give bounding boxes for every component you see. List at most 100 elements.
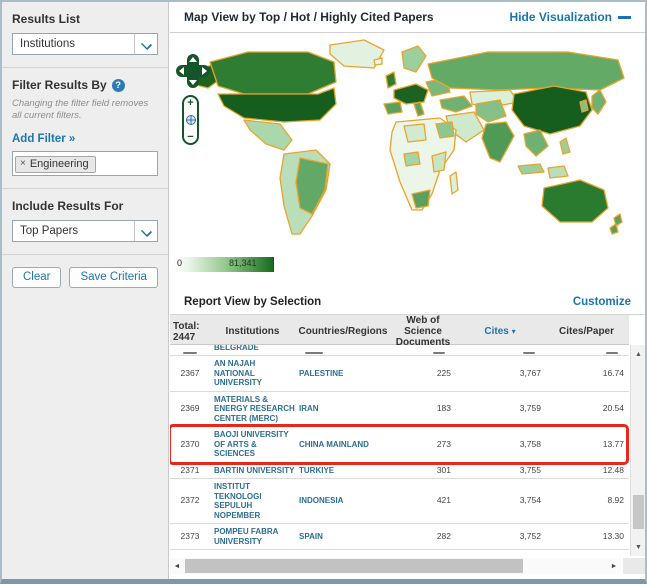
- country-cell: IRAN: [295, 404, 391, 414]
- docs-cell: 282: [391, 532, 455, 542]
- table-row-clipped: BELGRADE: [170, 345, 629, 356]
- col-header-cites-per-paper: Cites/Paper: [545, 326, 628, 337]
- docs-cell: 273: [391, 440, 455, 450]
- institution-link[interactable]: BAOJI UNIVERSITY OF ARTS & SCIENCES: [210, 430, 295, 459]
- table-row: 2372 INSTITUT TEKNOLOGI SEPULUH NOPEMBER…: [170, 479, 629, 524]
- clipped-text: [523, 352, 535, 354]
- hide-visualization-link[interactable]: Hide Visualization: [510, 10, 631, 24]
- sidebar-buttons: Clear Save Criteria: [2, 255, 168, 300]
- table-body: BELGRADE 2367 AN NAJAH NATIONAL UNIVERSI…: [170, 345, 629, 556]
- zoom-in-button[interactable]: +: [187, 98, 193, 108]
- zoom-out-button[interactable]: −: [187, 132, 193, 142]
- chevron-down-icon: [134, 34, 157, 54]
- table-row: 2367 AN NAJAH NATIONAL UNIVERSITY PALEST…: [170, 356, 629, 392]
- rank-cell: 2371: [170, 466, 210, 476]
- include-results-value: Top Papers: [13, 225, 134, 237]
- include-results-dropdown[interactable]: Top Papers: [12, 220, 158, 242]
- country-cell: SPAIN: [295, 532, 391, 542]
- institution-link[interactable]: POMPEU FABRA UNIVERSITY: [210, 527, 295, 546]
- results-list-dropdown[interactable]: Institutions: [12, 33, 158, 55]
- clipped-text: [433, 352, 445, 354]
- table-row: 2373 POMPEU FABRA UNIVERSITY SPAIN 282 3…: [170, 524, 629, 550]
- map-pan-control[interactable]: [175, 53, 211, 89]
- vertical-scroll-thumb[interactable]: [633, 495, 644, 529]
- hide-visualization-label: Hide Visualization: [510, 10, 612, 24]
- scrollbar-corner: [623, 558, 645, 574]
- cites-per-paper-cell: 12.48: [545, 466, 628, 476]
- rank-cell: 2370: [170, 440, 210, 450]
- report-view-title: Report View by Selection: [184, 296, 321, 308]
- map-view-title: Map View by Top / Hot / Highly Cited Pap…: [184, 10, 434, 24]
- clear-button[interactable]: Clear: [12, 267, 61, 288]
- institution-link[interactable]: INSTITUT TEKNOLOGI SEPULUH NOPEMBER: [210, 482, 295, 520]
- save-criteria-button[interactable]: Save Criteria: [69, 267, 157, 288]
- collapse-icon: [618, 16, 631, 19]
- filter-results-by-label: Filter Results By: [12, 78, 107, 92]
- map-zoom-control: + −: [182, 95, 199, 145]
- scroll-right-icon[interactable]: ►: [607, 558, 621, 574]
- chevron-down-icon: [134, 221, 157, 241]
- cites-per-paper-cell: 20.54: [545, 404, 628, 414]
- add-filter-link[interactable]: Add Filter »: [12, 133, 75, 145]
- table-header-row: Total: 2447 Institutions Countries/Regio…: [170, 315, 629, 345]
- rank-cell: 2367: [170, 369, 210, 379]
- institution-link[interactable]: BARTIN UNIVERSITY: [210, 466, 295, 476]
- rank-cell: 2369: [170, 404, 210, 414]
- cites-cell: 3,767: [455, 369, 545, 379]
- institution-link[interactable]: MATERIALS & ENERGY RESEARCH CENTER (MERC…: [210, 395, 295, 424]
- col-header-wos-documents: Web of Science Documents: [391, 315, 455, 348]
- clipped-text: [606, 352, 618, 354]
- color-scale-legend: 0 81,341: [174, 257, 274, 272]
- legend-max-value: 81,341: [229, 258, 257, 268]
- cites-cell: 3,759: [455, 404, 545, 414]
- vertical-scrollbar[interactable]: ▲ ▼: [630, 345, 645, 556]
- table-row-highlighted: 2370 BAOJI UNIVERSITY OF ARTS & SCIENCES…: [170, 427, 629, 463]
- map-area: + − 0 81,341: [170, 33, 645, 289]
- total-value: 2447: [173, 332, 210, 343]
- clipped-text: [305, 352, 323, 354]
- legend-min-value: 0: [177, 258, 182, 268]
- cites-per-paper-cell: 13.30: [545, 532, 628, 542]
- help-icon[interactable]: ?: [112, 79, 125, 92]
- sidebar: Results List Institutions Filter Results…: [2, 2, 169, 579]
- horizontal-scrollbar[interactable]: ◄ ►: [170, 558, 621, 574]
- col-header-cites-sort[interactable]: Cites ▾: [455, 326, 545, 337]
- main-panel: Map View by Top / Hot / Highly Cited Pap…: [170, 2, 645, 579]
- table-row: 2371 BARTIN UNIVERSITY TURKIYE 301 3,755…: [170, 463, 629, 480]
- results-list-value: Institutions: [13, 38, 134, 50]
- docs-cell: 301: [391, 466, 455, 476]
- cites-cell: 3,752: [455, 532, 545, 542]
- remove-tag-icon[interactable]: ×: [20, 159, 26, 169]
- docs-cell: 183: [391, 404, 455, 414]
- filter-tag-engineering: × Engineering: [15, 156, 96, 173]
- rank-cell: 2372: [170, 496, 210, 506]
- total-count: Total: 2447: [170, 321, 210, 343]
- cites-per-paper-cell: 13.77: [545, 440, 628, 450]
- horizontal-scroll-thumb[interactable]: [185, 559, 523, 573]
- filter-tags-field[interactable]: × Engineering: [12, 151, 158, 176]
- world-choropleth-map[interactable]: [188, 37, 640, 251]
- customize-link[interactable]: Customize: [573, 296, 631, 308]
- institution-link[interactable]: AN NAJAH NATIONAL UNIVERSITY: [210, 359, 295, 388]
- results-list-section: Results List Institutions: [2, 2, 168, 68]
- include-results-label: Include Results For: [12, 199, 158, 213]
- rank-cell: 2373: [170, 532, 210, 542]
- filter-tag-label: Engineering: [30, 158, 89, 170]
- sort-desc-icon: ▾: [512, 327, 516, 336]
- col-header-institutions: Institutions: [210, 326, 295, 337]
- scroll-down-icon[interactable]: ▼: [631, 540, 646, 554]
- country-cell: TURKIYE: [295, 466, 391, 476]
- map-header: Map View by Top / Hot / Highly Cited Pap…: [170, 2, 645, 33]
- cites-cell: 3,758: [455, 440, 545, 450]
- institution-link[interactable]: BELGRADE: [210, 345, 295, 353]
- docs-cell: 421: [391, 496, 455, 506]
- cites-label: Cites: [484, 326, 508, 337]
- globe-reset-icon[interactable]: [186, 115, 196, 125]
- country-cell: INDONESIA: [295, 496, 391, 506]
- col-header-countries: Countries/Regions: [295, 326, 391, 337]
- scroll-left-icon[interactable]: ◄: [170, 558, 184, 574]
- table-row: 2369 MATERIALS & ENERGY RESEARCH CENTER …: [170, 392, 629, 428]
- scroll-up-icon[interactable]: ▲: [631, 347, 646, 361]
- filter-section: Filter Results By ? Changing the filter …: [2, 68, 168, 189]
- report-header: Report View by Selection Customize: [170, 289, 645, 315]
